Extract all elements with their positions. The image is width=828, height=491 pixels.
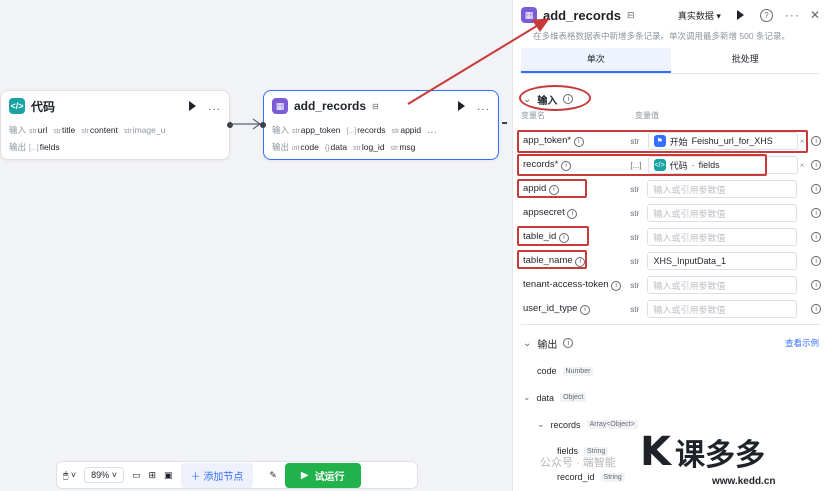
edit-icon[interactable]: ⊟ bbox=[627, 10, 635, 21]
info-icon: i bbox=[611, 280, 622, 291]
param-appid: strappid bbox=[391, 124, 422, 135]
output-log-id: strlog_id bbox=[353, 141, 385, 152]
mouse-icon[interactable]: 🖱 ˅ bbox=[63, 470, 76, 481]
info-icon: i bbox=[811, 184, 821, 194]
close-icon[interactable]: ✕ bbox=[810, 8, 820, 22]
annotation-box-records bbox=[517, 154, 767, 176]
brand-logo-watermark: K 课多多 bbox=[640, 430, 765, 474]
panel-description: 在多维表格数据表中新增多条记录。单次调用最多新增 500 条记录。 bbox=[533, 31, 790, 41]
edit-icon[interactable]: ⊟ bbox=[372, 102, 379, 111]
code-node[interactable]: </> 代码 ... 输入 strurl strtitle strcontent… bbox=[0, 90, 230, 160]
brand-url-watermark: www.kedd.cn bbox=[712, 476, 776, 487]
info-icon: i bbox=[811, 136, 821, 146]
output-data[interactable]: ⌄ data Object bbox=[523, 392, 587, 403]
tab-batch[interactable]: 批处理 bbox=[671, 48, 821, 73]
info-icon: i bbox=[580, 304, 591, 315]
clear-icon[interactable]: × bbox=[800, 161, 810, 170]
help-icon[interactable]: ? bbox=[759, 8, 773, 22]
info-icon: i bbox=[811, 304, 821, 314]
appsecret-input[interactable]: 输入或引用参数值 bbox=[647, 204, 798, 222]
annotation-arrow bbox=[407, 18, 550, 105]
appid-input[interactable]: 输入或引用参数值 bbox=[647, 180, 798, 198]
more-params-icon[interactable]: ... bbox=[427, 125, 438, 135]
param-url: strurl bbox=[29, 124, 48, 135]
param-records: [...]records bbox=[346, 124, 386, 135]
divider bbox=[521, 324, 821, 325]
add-node-button[interactable]: ＋ 添加节点 bbox=[180, 462, 254, 488]
wechat-watermark: 公众号 · 端智能 bbox=[540, 457, 616, 469]
brush-icon[interactable]: ✎ bbox=[269, 470, 277, 481]
param-app-token: strapp_token bbox=[292, 124, 341, 135]
annotation-box-app-token bbox=[517, 130, 808, 153]
annotation-box-table-id bbox=[517, 226, 589, 246]
annotation-box-appid bbox=[517, 179, 587, 198]
play-icon[interactable] bbox=[188, 101, 196, 111]
param-row-user-id-type: user_id_type i str 输入或引用参数值 i bbox=[521, 298, 821, 320]
info-icon: i bbox=[811, 256, 821, 266]
code-node-title: 代码 bbox=[31, 99, 56, 114]
canvas-toolbar: 🖱 ˅ 89% ˅ ▭ ⊞ ▣ ＋ 添加节点 ✎ ▶ 试运行 bbox=[56, 461, 418, 489]
test-run-button[interactable]: ▶ 试运行 bbox=[284, 462, 361, 488]
run-node-icon[interactable] bbox=[736, 10, 744, 20]
view-example-link[interactable]: 查看示例 bbox=[785, 337, 819, 349]
add-records-title: add_records bbox=[294, 99, 367, 113]
param-image: strimage_u bbox=[123, 124, 166, 135]
layout-icon[interactable]: ⊞ bbox=[148, 470, 156, 481]
info-icon: i bbox=[811, 232, 821, 242]
output-record-id: record_id String bbox=[557, 472, 625, 482]
more-icon[interactable]: ... bbox=[208, 99, 221, 113]
brand-name: 课多多 bbox=[675, 439, 765, 472]
param-title: strtitle bbox=[53, 124, 76, 135]
user-id-type-input[interactable]: 输入或引用参数值 bbox=[647, 300, 798, 318]
output-section-title: 输出 bbox=[537, 339, 558, 351]
add-records-in-port[interactable] bbox=[260, 122, 266, 128]
code-icon: </> bbox=[9, 98, 25, 114]
output-label: 输出 bbox=[272, 141, 290, 152]
add-records-out-port[interactable] bbox=[502, 122, 507, 124]
table-name-input[interactable]: XHS_InputData_1 bbox=[647, 252, 798, 270]
brand-k-logo: K bbox=[640, 429, 671, 475]
zoom-select[interactable]: 89% ˅ bbox=[84, 467, 124, 483]
info-icon: i bbox=[811, 280, 821, 290]
output-code: intcode bbox=[292, 141, 319, 152]
output-data: {}data bbox=[324, 141, 348, 152]
data-mode-select[interactable]: 真实数据 ▾ bbox=[678, 9, 721, 22]
plugin-icon: ▦ bbox=[272, 98, 288, 114]
col-name-header: 变量名 bbox=[521, 111, 545, 120]
more-icon[interactable]: ··· bbox=[785, 8, 800, 22]
info-icon: i bbox=[811, 208, 821, 218]
info-icon: i bbox=[811, 160, 821, 170]
col-value-header: 变量值 bbox=[635, 111, 659, 120]
output-msg: strmsg bbox=[390, 141, 416, 152]
info-icon: i bbox=[567, 208, 578, 219]
output-label: 输出 bbox=[9, 141, 27, 152]
table-id-input[interactable]: 输入或引用参数值 bbox=[647, 228, 798, 246]
annotation-box-table-name bbox=[517, 250, 587, 269]
tenant-token-input[interactable]: 输入或引用参数值 bbox=[647, 276, 798, 294]
output-records[interactable]: ⌄ records Array<Object> bbox=[537, 419, 638, 430]
output-fields: [...]fields bbox=[29, 141, 60, 152]
param-row-tenant-token: tenant-access-token i str 输入或引用参数值 i bbox=[521, 274, 821, 296]
chevron-down-icon[interactable]: ⌄ bbox=[523, 338, 531, 349]
param-content: strcontent bbox=[81, 124, 118, 135]
input-label: 输入 bbox=[9, 124, 27, 135]
param-row-appsecret: appsecret i str 输入或引用参数值 i bbox=[521, 202, 821, 224]
output-code: code Number bbox=[537, 366, 594, 376]
info-icon: i bbox=[563, 338, 574, 348]
input-label: 输入 bbox=[272, 124, 290, 135]
minimap-icon[interactable]: ▣ bbox=[164, 470, 173, 481]
comment-icon[interactable]: ▭ bbox=[132, 470, 141, 481]
